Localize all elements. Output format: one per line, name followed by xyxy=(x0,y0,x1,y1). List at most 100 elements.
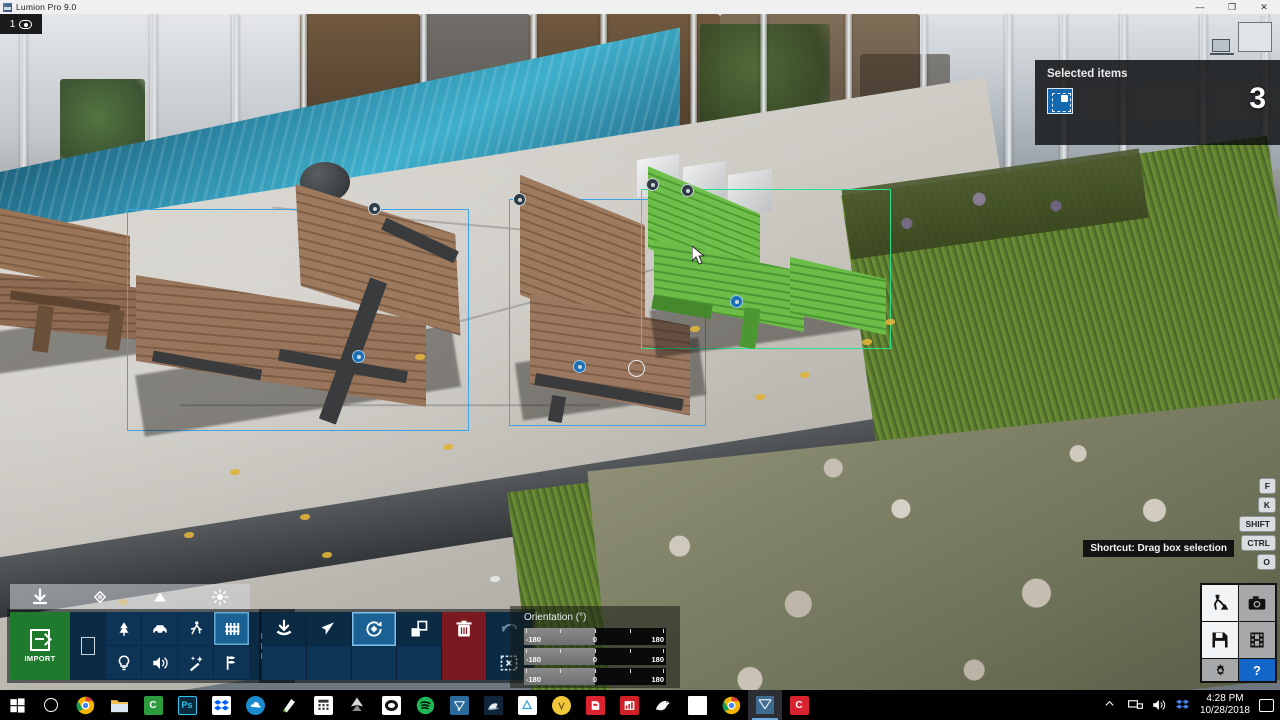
window-icon[interactable] xyxy=(1238,22,1272,52)
chair-handle-top-1[interactable] xyxy=(368,202,381,215)
close-button[interactable]: ✕ xyxy=(1248,0,1280,14)
bank-slider[interactable]: -180 0 180 xyxy=(524,668,666,685)
blue-cloud-app[interactable] xyxy=(238,690,272,720)
lumion-window[interactable] xyxy=(748,690,782,720)
photo-mode-button[interactable] xyxy=(1239,585,1275,621)
key-hint-ctrl[interactable]: CTRL xyxy=(1241,535,1276,551)
chair-handle-top-green-2[interactable] xyxy=(646,178,659,191)
delete-tool[interactable] xyxy=(442,612,487,646)
settings-button[interactable] xyxy=(1202,659,1238,681)
rotate-tool[interactable] xyxy=(352,612,397,646)
green-pen-app[interactable] xyxy=(272,690,306,720)
layout-app[interactable] xyxy=(476,690,510,720)
landscape-mode-tab[interactable] xyxy=(130,584,190,610)
style-builder-app[interactable] xyxy=(510,690,544,720)
screen-layout-icon[interactable] xyxy=(1210,39,1234,55)
red-chart-app[interactable] xyxy=(612,690,646,720)
taskbar-clock[interactable]: 4:28 PM 10/28/2018 xyxy=(1200,693,1250,718)
chair-handle-top-green[interactable] xyxy=(681,184,694,197)
layer-number: 1 xyxy=(9,18,16,30)
delete-tool-slot-empty xyxy=(442,646,487,680)
chair-handle-1[interactable] xyxy=(352,350,365,363)
person-icon xyxy=(190,620,202,634)
heading-slider[interactable]: -180 0 180 xyxy=(524,628,666,645)
rhino6-app[interactable]: 6 xyxy=(646,690,680,720)
clock-date: 10/28/2018 xyxy=(1199,705,1250,716)
lounge-chair-hover-green[interactable] xyxy=(641,166,891,358)
action-center-icon[interactable] xyxy=(1259,698,1274,712)
opera-app[interactable] xyxy=(374,690,408,720)
bank-mid-label: 0 xyxy=(592,675,598,684)
blue-cloud-icon xyxy=(250,701,260,708)
category-people[interactable] xyxy=(178,612,214,646)
calculator-app[interactable] xyxy=(306,690,340,720)
dropbox-tray-icon[interactable] xyxy=(1175,698,1191,713)
help-button[interactable]: ? xyxy=(1239,659,1275,681)
build-mode-button[interactable] xyxy=(1202,585,1238,621)
weather-mode-tab[interactable] xyxy=(190,584,250,610)
volume-icon[interactable] xyxy=(1152,698,1167,713)
tree-icon xyxy=(119,621,128,636)
scale-tool[interactable] xyxy=(397,612,442,646)
category-outdoor[interactable] xyxy=(214,646,250,680)
category-objects[interactable] xyxy=(214,612,250,646)
photoshop-app[interactable]: Ps xyxy=(170,690,204,720)
red-doc-app[interactable] xyxy=(578,690,612,720)
rotate-tool-col xyxy=(352,612,397,680)
key-hint-f[interactable]: F xyxy=(1258,478,1276,494)
heading-max-label: 180 xyxy=(651,635,664,644)
lounge-chair-selected-1[interactable] xyxy=(127,184,469,437)
sun-icon xyxy=(211,588,229,606)
save-button[interactable] xyxy=(1202,622,1238,658)
start-button[interactable] xyxy=(0,690,34,720)
category-lights[interactable] xyxy=(106,646,142,680)
inkscape-app[interactable] xyxy=(340,690,374,720)
spotify-app[interactable] xyxy=(408,690,442,720)
place-tool[interactable] xyxy=(262,612,307,646)
chrome-taskbar[interactable] xyxy=(68,690,102,720)
key-hint-shift[interactable]: SHIFT xyxy=(1239,516,1276,532)
title-bar: Lumion Pro 9.0 — ❐ ✕ xyxy=(0,0,1280,14)
chair-handle-top-2[interactable] xyxy=(513,193,526,206)
camtasia-app[interactable]: C xyxy=(136,690,170,720)
library-tab[interactable] xyxy=(70,612,106,680)
download-arrow-icon xyxy=(32,588,48,605)
maximize-button[interactable]: ❐ xyxy=(1216,0,1248,14)
movie-mode-button[interactable] xyxy=(1239,622,1275,658)
lumion-icon xyxy=(3,2,12,12)
folder-icon xyxy=(110,699,128,712)
chair-handle-green[interactable] xyxy=(730,295,743,308)
camtasia-window[interactable]: C xyxy=(782,690,816,720)
selected-items-count: 3 xyxy=(1249,82,1266,115)
chair-handle-2[interactable] xyxy=(573,360,586,373)
window-controls: — ❐ ✕ xyxy=(1184,0,1280,14)
dropbox-app[interactable] xyxy=(204,690,238,720)
windows-logo-icon xyxy=(9,697,25,713)
network-icon[interactable] xyxy=(1128,698,1143,713)
category-effects[interactable] xyxy=(178,646,214,680)
shortcut-tooltip: Shortcut: Drag box selection xyxy=(1083,540,1234,557)
vray-app[interactable] xyxy=(544,690,578,720)
key-hint-o[interactable]: O xyxy=(1257,554,1276,570)
file-explorer[interactable] xyxy=(102,690,136,720)
show-hidden-icons[interactable] xyxy=(1104,698,1119,713)
cortana-search[interactable] xyxy=(34,690,68,720)
mouse-ring-cursor xyxy=(628,360,645,377)
white-doc-app[interactable] xyxy=(680,690,714,720)
clock-time: 4:28 PM xyxy=(1206,692,1244,704)
move-tool[interactable] xyxy=(307,612,352,646)
key-hint-k[interactable]: K xyxy=(1257,497,1276,513)
sketchup-blue-app[interactable]: 8 xyxy=(442,690,476,720)
category-sound[interactable] xyxy=(142,646,178,680)
import-button[interactable]: IMPORT xyxy=(10,612,70,680)
delete-tool-col xyxy=(442,612,487,680)
import-mode-tab[interactable] xyxy=(10,584,70,610)
minimize-button[interactable]: — xyxy=(1184,0,1216,14)
eye-icon[interactable] xyxy=(19,19,33,29)
category-nature[interactable] xyxy=(106,612,142,646)
layer-visibility-badge[interactable]: 1 xyxy=(0,14,42,34)
chrome-window[interactable] xyxy=(714,690,748,720)
pitch-slider[interactable]: -180 0 180 xyxy=(524,648,666,665)
materials-mode-tab[interactable] xyxy=(70,584,130,610)
category-transport[interactable] xyxy=(142,612,178,646)
